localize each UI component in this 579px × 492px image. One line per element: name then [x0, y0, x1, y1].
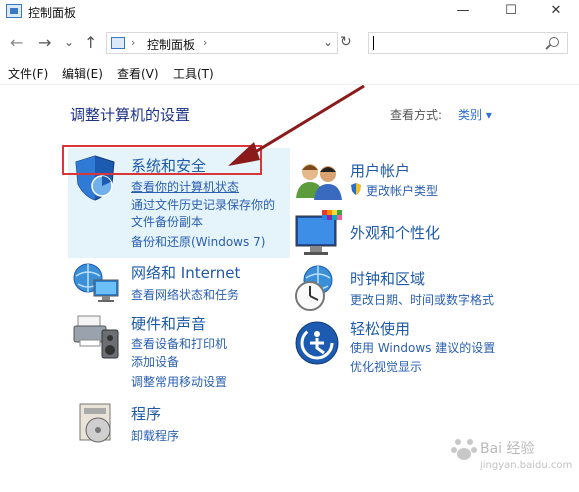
search-icon[interactable]: [549, 37, 559, 47]
category-hardware-sound[interactable]: 硬件和声音: [131, 313, 206, 334]
link-change-account-type[interactable]: 更改帐户类型: [366, 182, 438, 199]
link-change-date-time[interactable]: 更改日期、时间或数字格式: [350, 291, 494, 308]
category-ease-of-access[interactable]: 轻松使用: [350, 318, 410, 339]
link-mobility-settings[interactable]: 调整常用移动设置: [131, 373, 227, 390]
search-input[interactable]: [368, 32, 568, 54]
programs-icon[interactable]: [76, 402, 120, 446]
uac-shield-icon: [351, 183, 361, 195]
link-devices-printers[interactable]: 查看设备和打印机: [131, 335, 227, 352]
link-windows-recommended[interactable]: 使用 Windows 建议的设置: [350, 339, 495, 356]
link-file-history[interactable]: 通过文件历史记录保存你的: [131, 196, 275, 213]
up-arrow-icon[interactable]: ↑: [84, 33, 97, 52]
category-network-internet[interactable]: 网络和 Internet: [131, 262, 240, 283]
category-appearance-personalization[interactable]: 外观和个性化: [350, 222, 440, 243]
annotation-arrow-icon: [228, 84, 365, 166]
link-uninstall-program[interactable]: 卸载程序: [131, 427, 179, 444]
menu-file[interactable]: 文件(F): [8, 65, 48, 82]
clock-globe-icon[interactable]: [292, 264, 342, 312]
control-panel-icon: [6, 4, 22, 18]
category-programs[interactable]: 程序: [131, 403, 161, 424]
link-view-computer-status[interactable]: 查看你的计算机状态: [131, 178, 239, 195]
network-icon[interactable]: [72, 262, 122, 306]
chevron-right-icon[interactable]: ›: [203, 36, 207, 49]
recent-locations-icon[interactable]: ⌄: [64, 35, 74, 49]
navigation-bar: ← → ⌄ ↑ › 控制面板 › ⌄ ↻: [0, 28, 579, 58]
view-by-label: 查看方式:: [390, 108, 443, 122]
maximize-button[interactable]: ☐: [488, 0, 534, 24]
watermark-url: jingyan.baidu.com: [480, 460, 573, 471]
paw-icon: [451, 439, 477, 460]
title-bar: 控制面板 — ☐ ✕: [0, 0, 579, 24]
menu-view[interactable]: 查看(V): [117, 65, 159, 82]
baidu-watermark: Bai 经验 jingyan.baidu.com: [440, 428, 573, 480]
link-optimize-visual[interactable]: 优化视觉显示: [350, 358, 422, 375]
window-title: 控制面板: [28, 6, 77, 20]
forward-arrow-icon[interactable]: →: [38, 33, 51, 52]
chevron-down-icon[interactable]: ⌄: [323, 35, 333, 49]
breadcrumb[interactable]: 控制面板: [147, 36, 195, 53]
chevron-right-icon[interactable]: ›: [131, 36, 135, 49]
minimize-button[interactable]: —: [440, 0, 486, 24]
control-panel-icon: [111, 37, 125, 49]
link-file-history-cont[interactable]: 文件备份副本: [131, 213, 203, 230]
printer-speaker-icon[interactable]: [72, 312, 122, 360]
link-backup-restore[interactable]: 备份和还原(Windows 7): [131, 233, 265, 250]
close-button[interactable]: ✕: [533, 0, 579, 24]
ease-of-access-icon[interactable]: [294, 320, 340, 366]
text-caret: [373, 36, 374, 50]
category-clock-region[interactable]: 时钟和区域: [350, 268, 425, 289]
view-by-dropdown[interactable]: 类别 ▾: [458, 106, 492, 123]
page-title: 调整计算机的设置: [70, 106, 191, 124]
menu-edit[interactable]: 编辑(E): [62, 65, 103, 82]
watermark-text: Bai 经验: [480, 441, 535, 457]
link-add-device[interactable]: 添加设备: [131, 353, 179, 370]
link-network-status[interactable]: 查看网络状态和任务: [131, 286, 239, 303]
address-bar[interactable]: › 控制面板 › ⌄: [106, 32, 338, 54]
back-arrow-icon[interactable]: ←: [10, 33, 23, 52]
monitor-palette-icon[interactable]: [294, 210, 344, 256]
refresh-icon[interactable]: ↻: [340, 34, 352, 50]
